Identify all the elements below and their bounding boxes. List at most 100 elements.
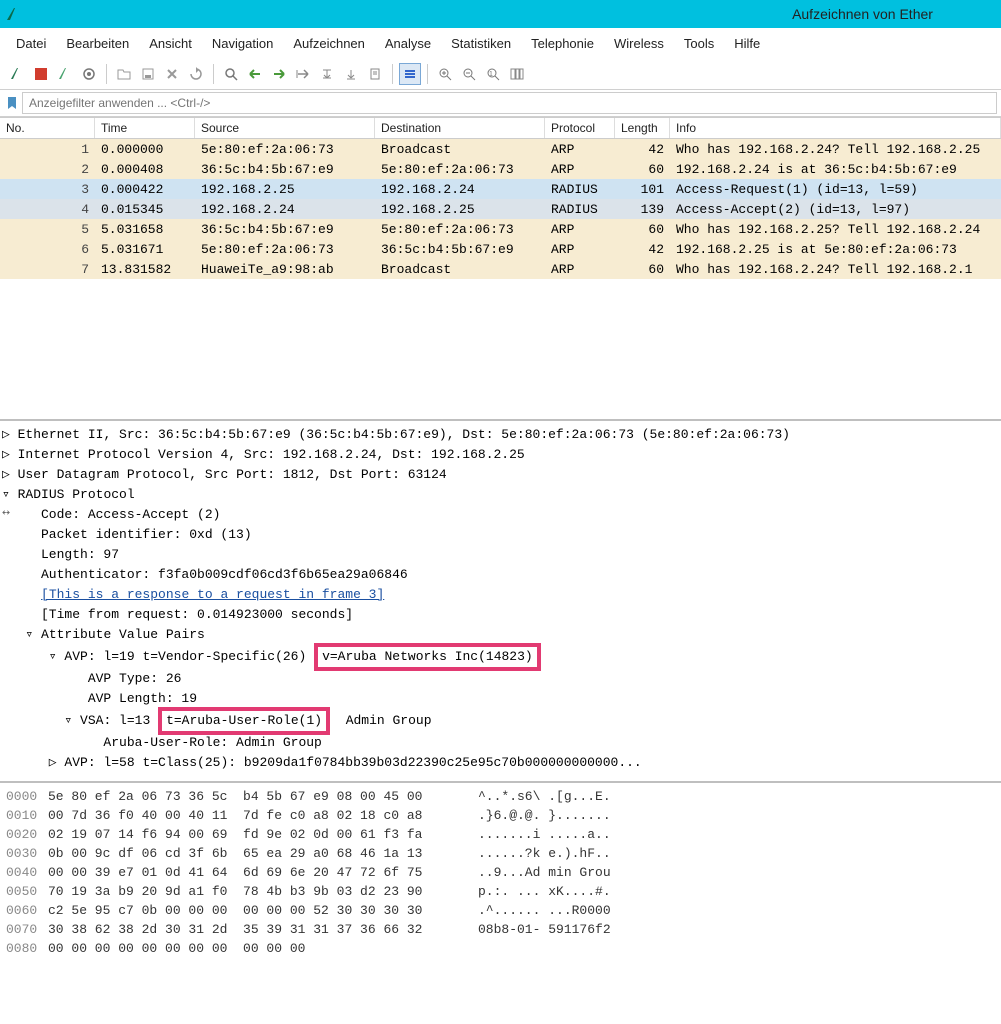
cell: 5e:80:ef:2a:06:73: [375, 159, 545, 180]
restart-capture-icon[interactable]: [54, 63, 76, 85]
tree-radius-code[interactable]: Code: Access-Accept (2): [2, 505, 999, 525]
cell: 139: [615, 199, 670, 220]
tree-ip[interactable]: ▷ Internet Protocol Version 4, Src: 192.…: [2, 445, 999, 465]
hex-offset: 0030: [6, 844, 48, 863]
col-header-info[interactable]: Info: [670, 118, 1001, 138]
capture-options-icon[interactable]: [78, 63, 100, 85]
menu-navigation[interactable]: Navigation: [202, 32, 283, 55]
col-header-time[interactable]: Time: [95, 118, 195, 138]
hex-offset: 0020: [6, 825, 48, 844]
packet-row[interactable]: 65.0316715e:80:ef:2a:06:7336:5c:b4:5b:67…: [0, 239, 1001, 259]
packet-bytes-pane[interactable]: 00005e 80 ef 2a 06 73 36 5c b4 5b 67 e9 …: [0, 781, 1001, 962]
tree-radius-pktid[interactable]: Packet identifier: 0xd (13): [2, 525, 999, 545]
hex-row[interactable]: 008000 00 00 00 00 00 00 00 00 00 00: [6, 939, 995, 958]
go-last-icon[interactable]: [340, 63, 362, 85]
auto-scroll-icon[interactable]: [364, 63, 386, 85]
hex-row[interactable]: 00005e 80 ef 2a 06 73 36 5c b4 5b 67 e9 …: [6, 787, 995, 806]
menu-statistiken[interactable]: Statistiken: [441, 32, 521, 55]
packet-row[interactable]: 55.03165836:5c:b4:5b:67:e95e:80:ef:2a:06…: [0, 219, 1001, 239]
hex-offset: 0060: [6, 901, 48, 920]
packet-row[interactable]: 20.00040836:5c:b4:5b:67:e95e:80:ef:2a:06…: [0, 159, 1001, 179]
go-to-packet-icon[interactable]: [292, 63, 314, 85]
zoom-out-icon[interactable]: [458, 63, 480, 85]
go-first-icon[interactable]: [316, 63, 338, 85]
resize-columns-icon[interactable]: [506, 63, 528, 85]
menu-aufzeichnen[interactable]: Aufzeichnen: [283, 32, 375, 55]
hex-row[interactable]: 0060c2 5e 95 c7 0b 00 00 00 00 00 00 52 …: [6, 901, 995, 920]
cell: 0.000408: [95, 159, 195, 180]
tree-avp-length[interactable]: AVP Length: 19: [2, 689, 999, 709]
go-back-icon[interactable]: [244, 63, 266, 85]
packet-row[interactable]: 713.831582HuaweiTe_a9:98:abBroadcastARP6…: [0, 259, 1001, 279]
tree-radius-length[interactable]: Length: 97: [2, 545, 999, 565]
tree-avp-root[interactable]: ▿ Attribute Value Pairs: [2, 625, 999, 645]
packet-row[interactable]: ⇠40.015345192.168.2.24192.168.2.25RADIUS…: [0, 199, 1001, 219]
tree-vsa[interactable]: ▿ VSA: l=13 t=Aruba-User-Role(1) Admin G…: [2, 709, 999, 733]
toolbar: 1: [0, 59, 1001, 90]
open-file-icon[interactable]: [113, 63, 135, 85]
cell: 7: [0, 259, 95, 280]
packet-list-header: No. Time Source Destination Protocol Len…: [0, 118, 1001, 139]
cell: 192.168.2.24: [195, 199, 375, 220]
col-header-length[interactable]: Length: [615, 118, 670, 138]
cell: Broadcast: [375, 259, 545, 280]
col-header-source[interactable]: Source: [195, 118, 375, 138]
hex-row[interactable]: 00300b 00 9c df 06 cd 3f 6b 65 ea 29 a0 …: [6, 844, 995, 863]
tree-udp[interactable]: ▷ User Datagram Protocol, Src Port: 1812…: [2, 465, 999, 485]
go-forward-icon[interactable]: [268, 63, 290, 85]
reload-icon[interactable]: [185, 63, 207, 85]
cell: ARP: [545, 239, 615, 260]
menu-hilfe[interactable]: Hilfe: [724, 32, 770, 55]
menu-datei[interactable]: Datei: [6, 32, 56, 55]
tree-vsa-value[interactable]: Aruba-User-Role: Admin Group: [2, 733, 999, 753]
close-file-icon[interactable]: [161, 63, 183, 85]
cell: ARP: [545, 219, 615, 240]
cell: 1: [0, 139, 95, 160]
hex-offset: 0000: [6, 787, 48, 806]
stop-capture-icon[interactable]: [30, 63, 52, 85]
display-filter-input[interactable]: [22, 92, 997, 114]
packet-list-body[interactable]: 10.0000005e:80:ef:2a:06:73BroadcastARP42…: [0, 139, 1001, 279]
menu-telephonie[interactable]: Telephonie: [521, 32, 604, 55]
cell: 0.015345: [95, 199, 195, 220]
hex-bytes: 5e 80 ef 2a 06 73 36 5c b4 5b 67 e9 08 0…: [48, 787, 478, 806]
cell: 5e:80:ef:2a:06:73: [195, 139, 375, 160]
hex-row[interactable]: 004000 00 39 e7 01 0d 41 64 6d 69 6e 20 …: [6, 863, 995, 882]
find-packet-icon[interactable]: [220, 63, 242, 85]
hex-row[interactable]: 002002 19 07 14 f6 94 00 69 fd 9e 02 0d …: [6, 825, 995, 844]
menu-tools[interactable]: Tools: [674, 32, 724, 55]
save-file-icon[interactable]: [137, 63, 159, 85]
tree-ethernet[interactable]: ▷ Ethernet II, Src: 36:5c:b4:5b:67:e9 (3…: [2, 425, 999, 445]
hex-row[interactable]: 007030 38 62 38 2d 30 31 2d 35 39 31 31 …: [6, 920, 995, 939]
menu-analyse[interactable]: Analyse: [375, 32, 441, 55]
tree-radius-response-link[interactable]: [This is a response to a request in fram…: [2, 585, 999, 605]
tree-avp-type[interactable]: AVP Type: 26: [2, 669, 999, 689]
tree-avp-vendor[interactable]: ▿ AVP: l=19 t=Vendor-Specific(26) v=Arub…: [2, 645, 999, 669]
packet-row[interactable]: ⇢30.000422192.168.2.25192.168.2.24RADIUS…: [0, 179, 1001, 199]
col-header-destination[interactable]: Destination: [375, 118, 545, 138]
packet-row[interactable]: 10.0000005e:80:ef:2a:06:73BroadcastARP42…: [0, 139, 1001, 159]
cell: 5.031658: [95, 219, 195, 240]
tree-radius[interactable]: ▿ RADIUS Protocol: [2, 485, 999, 505]
cell: 60: [615, 159, 670, 180]
hex-bytes: 70 19 3a b9 20 9d a1 f0 78 4b b3 9b 03 d…: [48, 882, 478, 901]
packet-details-pane[interactable]: ▷ Ethernet II, Src: 36:5c:b4:5b:67:e9 (3…: [0, 419, 1001, 781]
hex-row[interactable]: 001000 7d 36 f0 40 00 40 11 7d fe c0 a8 …: [6, 806, 995, 825]
tree-avp-class[interactable]: ▷ AVP: l=58 t=Class(25): b9209da1f0784bb…: [2, 753, 999, 773]
colorize-icon[interactable]: [399, 63, 421, 85]
menu-bearbeiten[interactable]: Bearbeiten: [56, 32, 139, 55]
menu-wireless[interactable]: Wireless: [604, 32, 674, 55]
tree-radius-auth[interactable]: Authenticator: f3fa0b009cdf06cd3f6b65ea2…: [2, 565, 999, 585]
zoom-in-icon[interactable]: [434, 63, 456, 85]
highlight-vendor-aruba: v=Aruba Networks Inc(14823): [314, 643, 541, 671]
menu-ansicht[interactable]: Ansicht: [139, 32, 202, 55]
cell: RADIUS: [545, 179, 615, 200]
zoom-reset-icon[interactable]: 1: [482, 63, 504, 85]
col-header-no[interactable]: No.: [0, 118, 95, 138]
cell: 5e:80:ef:2a:06:73: [375, 219, 545, 240]
hex-row[interactable]: 005070 19 3a b9 20 9d a1 f0 78 4b b3 9b …: [6, 882, 995, 901]
packet-list-pane: No. Time Source Destination Protocol Len…: [0, 117, 1001, 419]
response-frame-link[interactable]: [This is a response to a request in fram…: [41, 587, 384, 602]
col-header-protocol[interactable]: Protocol: [545, 118, 615, 138]
tree-radius-time[interactable]: [Time from request: 0.014923000 seconds]: [2, 605, 999, 625]
